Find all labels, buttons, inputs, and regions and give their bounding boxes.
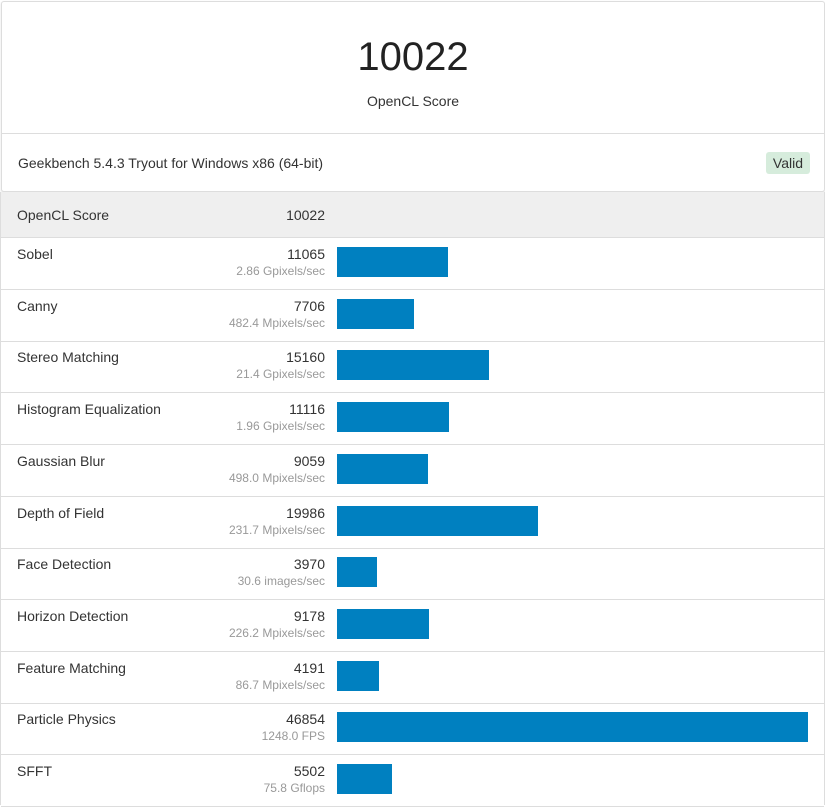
- benchmark-name: Gaussian Blur: [17, 452, 105, 469]
- benchmark-score: 15160: [286, 349, 325, 366]
- benchmark-bar: [337, 608, 430, 639]
- divider: [2, 133, 824, 134]
- benchmark-score: 3970: [293, 556, 325, 573]
- benchmark-score: 46854: [286, 711, 325, 728]
- benchmark-rate: 498.0 Mpixels/sec: [228, 470, 325, 485]
- benchmark-bar: [337, 350, 490, 381]
- benchmark-score: 4191: [293, 659, 325, 676]
- benchmark-score: 5502: [293, 763, 325, 779]
- benchmark-name: Depth of Field: [17, 504, 105, 521]
- score-card: 10022 OpenCL Score Geekbench 5.4.3 Tryou…: [1, 1, 825, 192]
- benchmark-name: Canny: [17, 297, 58, 314]
- benchmark-name: Feature Matching: [17, 659, 126, 676]
- table-row: Feature Matching 4191 86.7 Mpixels/sec: [1, 652, 824, 704]
- benchmark-name: Stereo Matching: [17, 349, 119, 366]
- table-row: Sobel 11065 2.86 Gpixels/sec: [1, 238, 824, 290]
- benchmark-rate: 1.96 Gpixels/sec: [236, 419, 325, 434]
- benchmark-bar: [337, 764, 393, 794]
- benchmark-rate: 231.7 Mpixels/sec: [228, 522, 325, 537]
- table-row: Gaussian Blur 9059 498.0 Mpixels/sec: [1, 445, 824, 497]
- header-score: 10022: [286, 207, 325, 223]
- table-row: Canny 7706 482.4 Mpixels/sec: [1, 290, 824, 342]
- benchmark-score: 19986: [286, 504, 325, 521]
- benchmark-name: SFFT: [17, 763, 52, 779]
- valid-badge: Valid: [765, 152, 810, 174]
- benchmark-rate: 2.86 Gpixels/sec: [236, 264, 325, 278]
- benchmark-bar: [337, 505, 538, 536]
- benchmark-score: 11116: [289, 401, 325, 418]
- benchmark-rate: 30.6 images/sec: [237, 574, 325, 589]
- opencl-score-label: OpenCL Score: [366, 93, 460, 109]
- benchmark-bar: [337, 402, 449, 433]
- benchmark-rate: 86.7 Mpixels/sec: [235, 677, 325, 692]
- benchmark-name: Face Detection: [17, 556, 112, 573]
- opencl-score-value: 10022: [357, 35, 469, 79]
- benchmark-name: Horizon Detection: [17, 607, 129, 624]
- table-row: Depth of Field 19986 231.7 Mpixels/sec: [1, 497, 824, 549]
- benchmark-bar: [337, 712, 808, 743]
- table-row: SFFT 5502 75.8 Gflops: [1, 755, 824, 807]
- table-row: Histogram Equalization 11116 1.96 Gpixels/…: [1, 393, 824, 446]
- benchmark-rate: 1248.0 FPS: [261, 729, 325, 744]
- benchmark-name: Sobel: [17, 246, 53, 262]
- benchmark-score: 11065: [287, 246, 325, 262]
- benchmark-bar: [337, 453, 429, 484]
- benchmark-rate: 75.8 Gflops: [263, 781, 325, 795]
- benchmark-name: Particle Physics: [17, 711, 116, 728]
- benchmark-bar: [337, 247, 449, 277]
- table-row: Particle Physics 46854 1248.0 FPS: [1, 703, 824, 756]
- table-header-row: OpenCL Score 10022: [1, 192, 824, 238]
- benchmark-name: Histogram Equalization: [17, 401, 161, 418]
- table-row: Face Detection 3970 30.6 images/sec: [1, 548, 824, 601]
- benchmark-table: OpenCL Score 10022 Sobel 11065 2.86 Gpixel…: [0, 192, 825, 807]
- platform-label: Geekbench 5.4.3 Tryout for Windows x86 (…: [18, 155, 324, 171]
- benchmark-score: 9178: [293, 607, 325, 624]
- benchmark-bar: [337, 557, 377, 588]
- benchmark-score: 7706: [293, 297, 325, 314]
- header-name: OpenCL Score: [17, 207, 110, 223]
- benchmark-bar: [337, 660, 380, 691]
- benchmark-bar: [337, 298, 415, 329]
- table-row: Horizon Detection 9178 226.2 Mpixels/sec: [1, 600, 824, 652]
- benchmark-rate: 482.4 Mpixels/sec: [228, 315, 325, 330]
- benchmark-rate: 226.2 Mpixels/sec: [228, 625, 325, 640]
- benchmark-rate: 21.4 Gpixels/sec: [236, 367, 325, 382]
- table-row: Stereo Matching 15160 21.4 Gpixels/sec: [1, 341, 824, 394]
- benchmark-score: 9059: [293, 452, 325, 469]
